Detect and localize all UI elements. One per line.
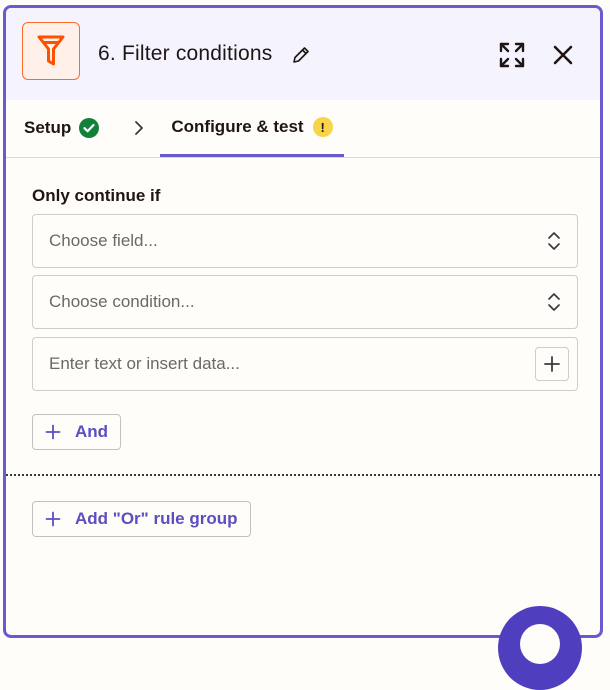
step-tabs: Setup Configure & test ! (6, 100, 600, 158)
pencil-icon[interactable] (291, 45, 311, 65)
plus-icon (45, 424, 61, 440)
up-down-chevron-icon (548, 232, 560, 250)
value-input-placeholder: Enter text or insert data... (49, 354, 240, 373)
and-button-label: And (75, 422, 109, 441)
filter-step-panel: 6. Filter conditions Setup Configure & t… (3, 5, 603, 638)
up-down-chevron-icon (548, 293, 560, 311)
or-group-button-label: Add "Or" rule group (75, 509, 238, 528)
warning-icon: ! (312, 117, 333, 137)
choose-condition-placeholder: Choose condition... (49, 292, 195, 311)
insert-data-button[interactable] (535, 347, 569, 381)
tab-setup-label: Setup (24, 118, 72, 137)
choose-condition-select[interactable]: Choose condition... (32, 275, 578, 329)
chevron-right-icon (135, 121, 143, 135)
expand-icon[interactable] (498, 41, 526, 69)
tab-configure-test[interactable]: Configure & test ! (160, 100, 344, 157)
value-input[interactable]: Enter text or insert data... (32, 337, 578, 391)
close-icon[interactable] (552, 44, 574, 66)
tab-setup[interactable]: Setup (24, 118, 100, 138)
check-circle-icon (79, 118, 100, 138)
or-divider (6, 474, 600, 476)
tab-configure-label: Configure & test (171, 117, 304, 136)
add-and-condition-button[interactable]: And (32, 414, 122, 450)
choose-field-placeholder: Choose field... (49, 231, 158, 250)
section-label: Only continue if (32, 186, 161, 205)
add-or-rule-group-button[interactable]: Add "Or" rule group (32, 501, 251, 537)
step-title[interactable]: 6. Filter conditions (98, 42, 272, 66)
help-chat-button[interactable] (498, 606, 582, 690)
plus-icon (45, 511, 61, 527)
chat-bubble-icon (520, 624, 560, 664)
panel-header: 6. Filter conditions (6, 8, 600, 100)
plus-icon (544, 356, 560, 372)
choose-field-select[interactable]: Choose field... (32, 214, 578, 268)
filter-app-icon (22, 22, 80, 80)
